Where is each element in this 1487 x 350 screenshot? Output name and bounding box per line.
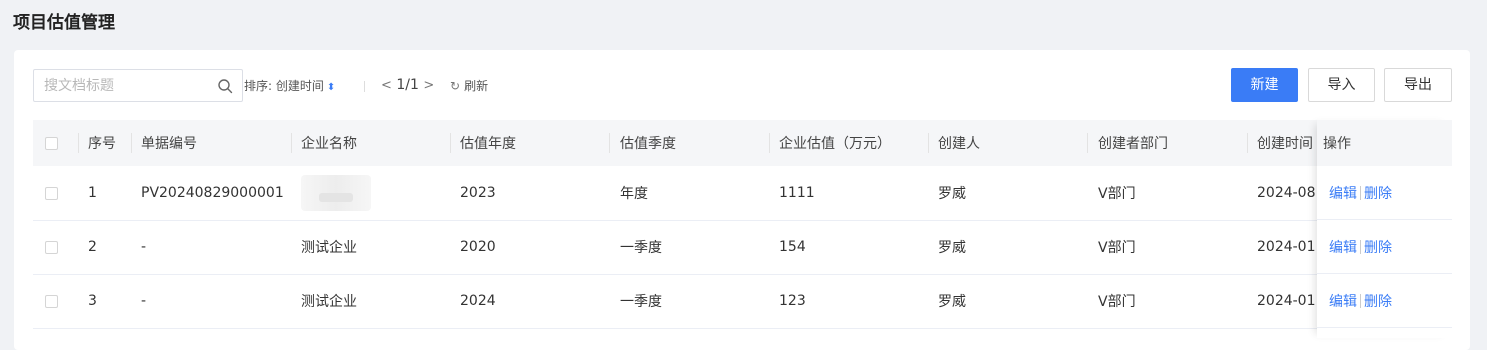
delete-link[interactable]: 删除 [1364, 291, 1392, 311]
row-checkbox-cell [45, 166, 58, 220]
ops-divider [1360, 239, 1361, 254]
header-company: 企业名称 [301, 136, 357, 152]
cell-dept: V部门 [1098, 240, 1136, 256]
table-row[interactable]: 2 - 测试企业 2020 一季度 154 罗威 V部门 2024-01 [33, 220, 1452, 275]
column-divider [131, 133, 132, 153]
chevron-right-icon[interactable]: > [423, 78, 434, 93]
refresh-icon: ↻ [450, 79, 461, 93]
pager-text: 1/1 [396, 77, 419, 93]
cell-doc-no: PV20240829000001 [141, 185, 284, 201]
import-button[interactable]: 导入 [1308, 68, 1375, 102]
cell-index: 3 [88, 293, 97, 309]
ops-divider [1360, 293, 1361, 308]
refresh-label: 刷新 [464, 79, 489, 93]
edit-link[interactable]: 编辑 [1329, 237, 1357, 257]
column-divider [769, 133, 770, 153]
cell-year: 2020 [460, 239, 496, 255]
column-divider [291, 133, 292, 153]
row-checkbox[interactable] [45, 186, 58, 200]
row-checkbox[interactable] [45, 240, 58, 254]
row-checkbox-cell [45, 274, 58, 328]
header-index: 序号 [88, 136, 116, 152]
column-divider [78, 133, 79, 153]
column-divider [928, 133, 929, 153]
header-year: 估值年度 [460, 136, 516, 152]
main-card: 排序: 创建时间⬍ < 1/1 > ↻刷新 新建 导入 导出 序号 单据编号 企… [14, 50, 1470, 350]
search-box [33, 69, 243, 102]
edit-link[interactable]: 编辑 [1329, 183, 1357, 203]
toolbar-divider [364, 81, 365, 92]
sort-arrow-icon: ⬍ [326, 82, 336, 93]
cell-quarter: 年度 [620, 186, 648, 202]
cell-doc-no: - [141, 293, 147, 309]
search-icon[interactable] [217, 78, 233, 94]
refresh-button[interactable]: ↻ 刷新 [450, 77, 488, 95]
cell-valuation: 1111 [779, 185, 815, 201]
cell-doc-no: - [141, 239, 147, 255]
page-title: 项目估值管理 [13, 13, 115, 33]
cell-valuation: 123 [779, 293, 806, 309]
cell-year: 2023 [460, 185, 496, 201]
cell-dept: V部门 [1098, 186, 1136, 202]
header-dept: 创建者部门 [1098, 136, 1168, 152]
select-all-checkbox[interactable] [45, 136, 58, 150]
cell-company [301, 166, 371, 220]
header-valuation: 企业估值（万元） [779, 136, 891, 152]
row-checkbox[interactable] [45, 294, 58, 308]
cell-quarter: 一季度 [620, 240, 662, 256]
chevron-left-icon[interactable]: < [381, 78, 392, 93]
row-checkbox-cell [45, 220, 58, 274]
cell-company: 测试企业 [301, 240, 357, 256]
cell-creator: 罗威 [938, 294, 966, 310]
delete-link[interactable]: 删除 [1364, 183, 1392, 203]
column-divider [1087, 133, 1088, 153]
cell-quarter: 一季度 [620, 294, 662, 310]
column-divider [609, 133, 610, 153]
operations-column: 操作 编辑 删除 编辑 删除 编辑 删除 [1317, 120, 1452, 338]
cell-creator: 罗威 [938, 186, 966, 202]
select-all-checkbox-cell [45, 120, 58, 166]
table-row[interactable]: 1 PV20240829000001 2023 年度 1111 罗威 V部门 2… [33, 166, 1452, 221]
cell-dept: V部门 [1098, 294, 1136, 310]
sort-label: 排序: 创建时间 [244, 79, 324, 93]
column-divider [1247, 133, 1248, 153]
cell-index: 2 [88, 239, 97, 255]
cell-company: 测试企业 [301, 294, 357, 310]
delete-link[interactable]: 删除 [1364, 237, 1392, 257]
edit-link[interactable]: 编辑 [1329, 291, 1357, 311]
header-created: 创建时间 [1257, 136, 1313, 152]
ops-cell: 编辑 删除 [1317, 274, 1452, 328]
header-doc-no: 单据编号 [141, 136, 197, 152]
ops-divider [1360, 185, 1361, 200]
new-button[interactable]: 新建 [1231, 68, 1298, 102]
export-button[interactable]: 导出 [1384, 68, 1452, 102]
cell-created: 2024-01 [1257, 239, 1316, 255]
sort-selector[interactable]: 排序: 创建时间 ⬍ [244, 77, 335, 97]
search-input[interactable] [34, 70, 204, 101]
column-divider [450, 133, 451, 153]
cell-created: 2024-08 [1257, 185, 1316, 201]
pager: < 1/1 > [381, 75, 434, 96]
ops-cell: 编辑 删除 [1317, 220, 1452, 274]
cell-year: 2024 [460, 293, 496, 309]
toolbar: 排序: 创建时间⬍ < 1/1 > ↻刷新 新建 导入 导出 [14, 50, 1470, 120]
cell-valuation: 154 [779, 239, 806, 255]
header-quarter: 估值季度 [620, 136, 676, 152]
cell-index: 1 [88, 185, 97, 201]
cell-created: 2024-01 [1257, 293, 1316, 309]
blurred-company-name [301, 175, 371, 211]
table-row[interactable]: 3 - 测试企业 2024 一季度 123 罗威 V部门 2024-01 [33, 274, 1452, 329]
header-ops: 操作 [1317, 120, 1452, 166]
table-header: 序号 单据编号 企业名称 估值年度 估值季度 企业估值（万元） 创建人 创建者部… [33, 120, 1452, 166]
ops-cell: 编辑 删除 [1317, 166, 1452, 220]
cell-creator: 罗威 [938, 240, 966, 256]
header-creator: 创建人 [938, 136, 980, 152]
